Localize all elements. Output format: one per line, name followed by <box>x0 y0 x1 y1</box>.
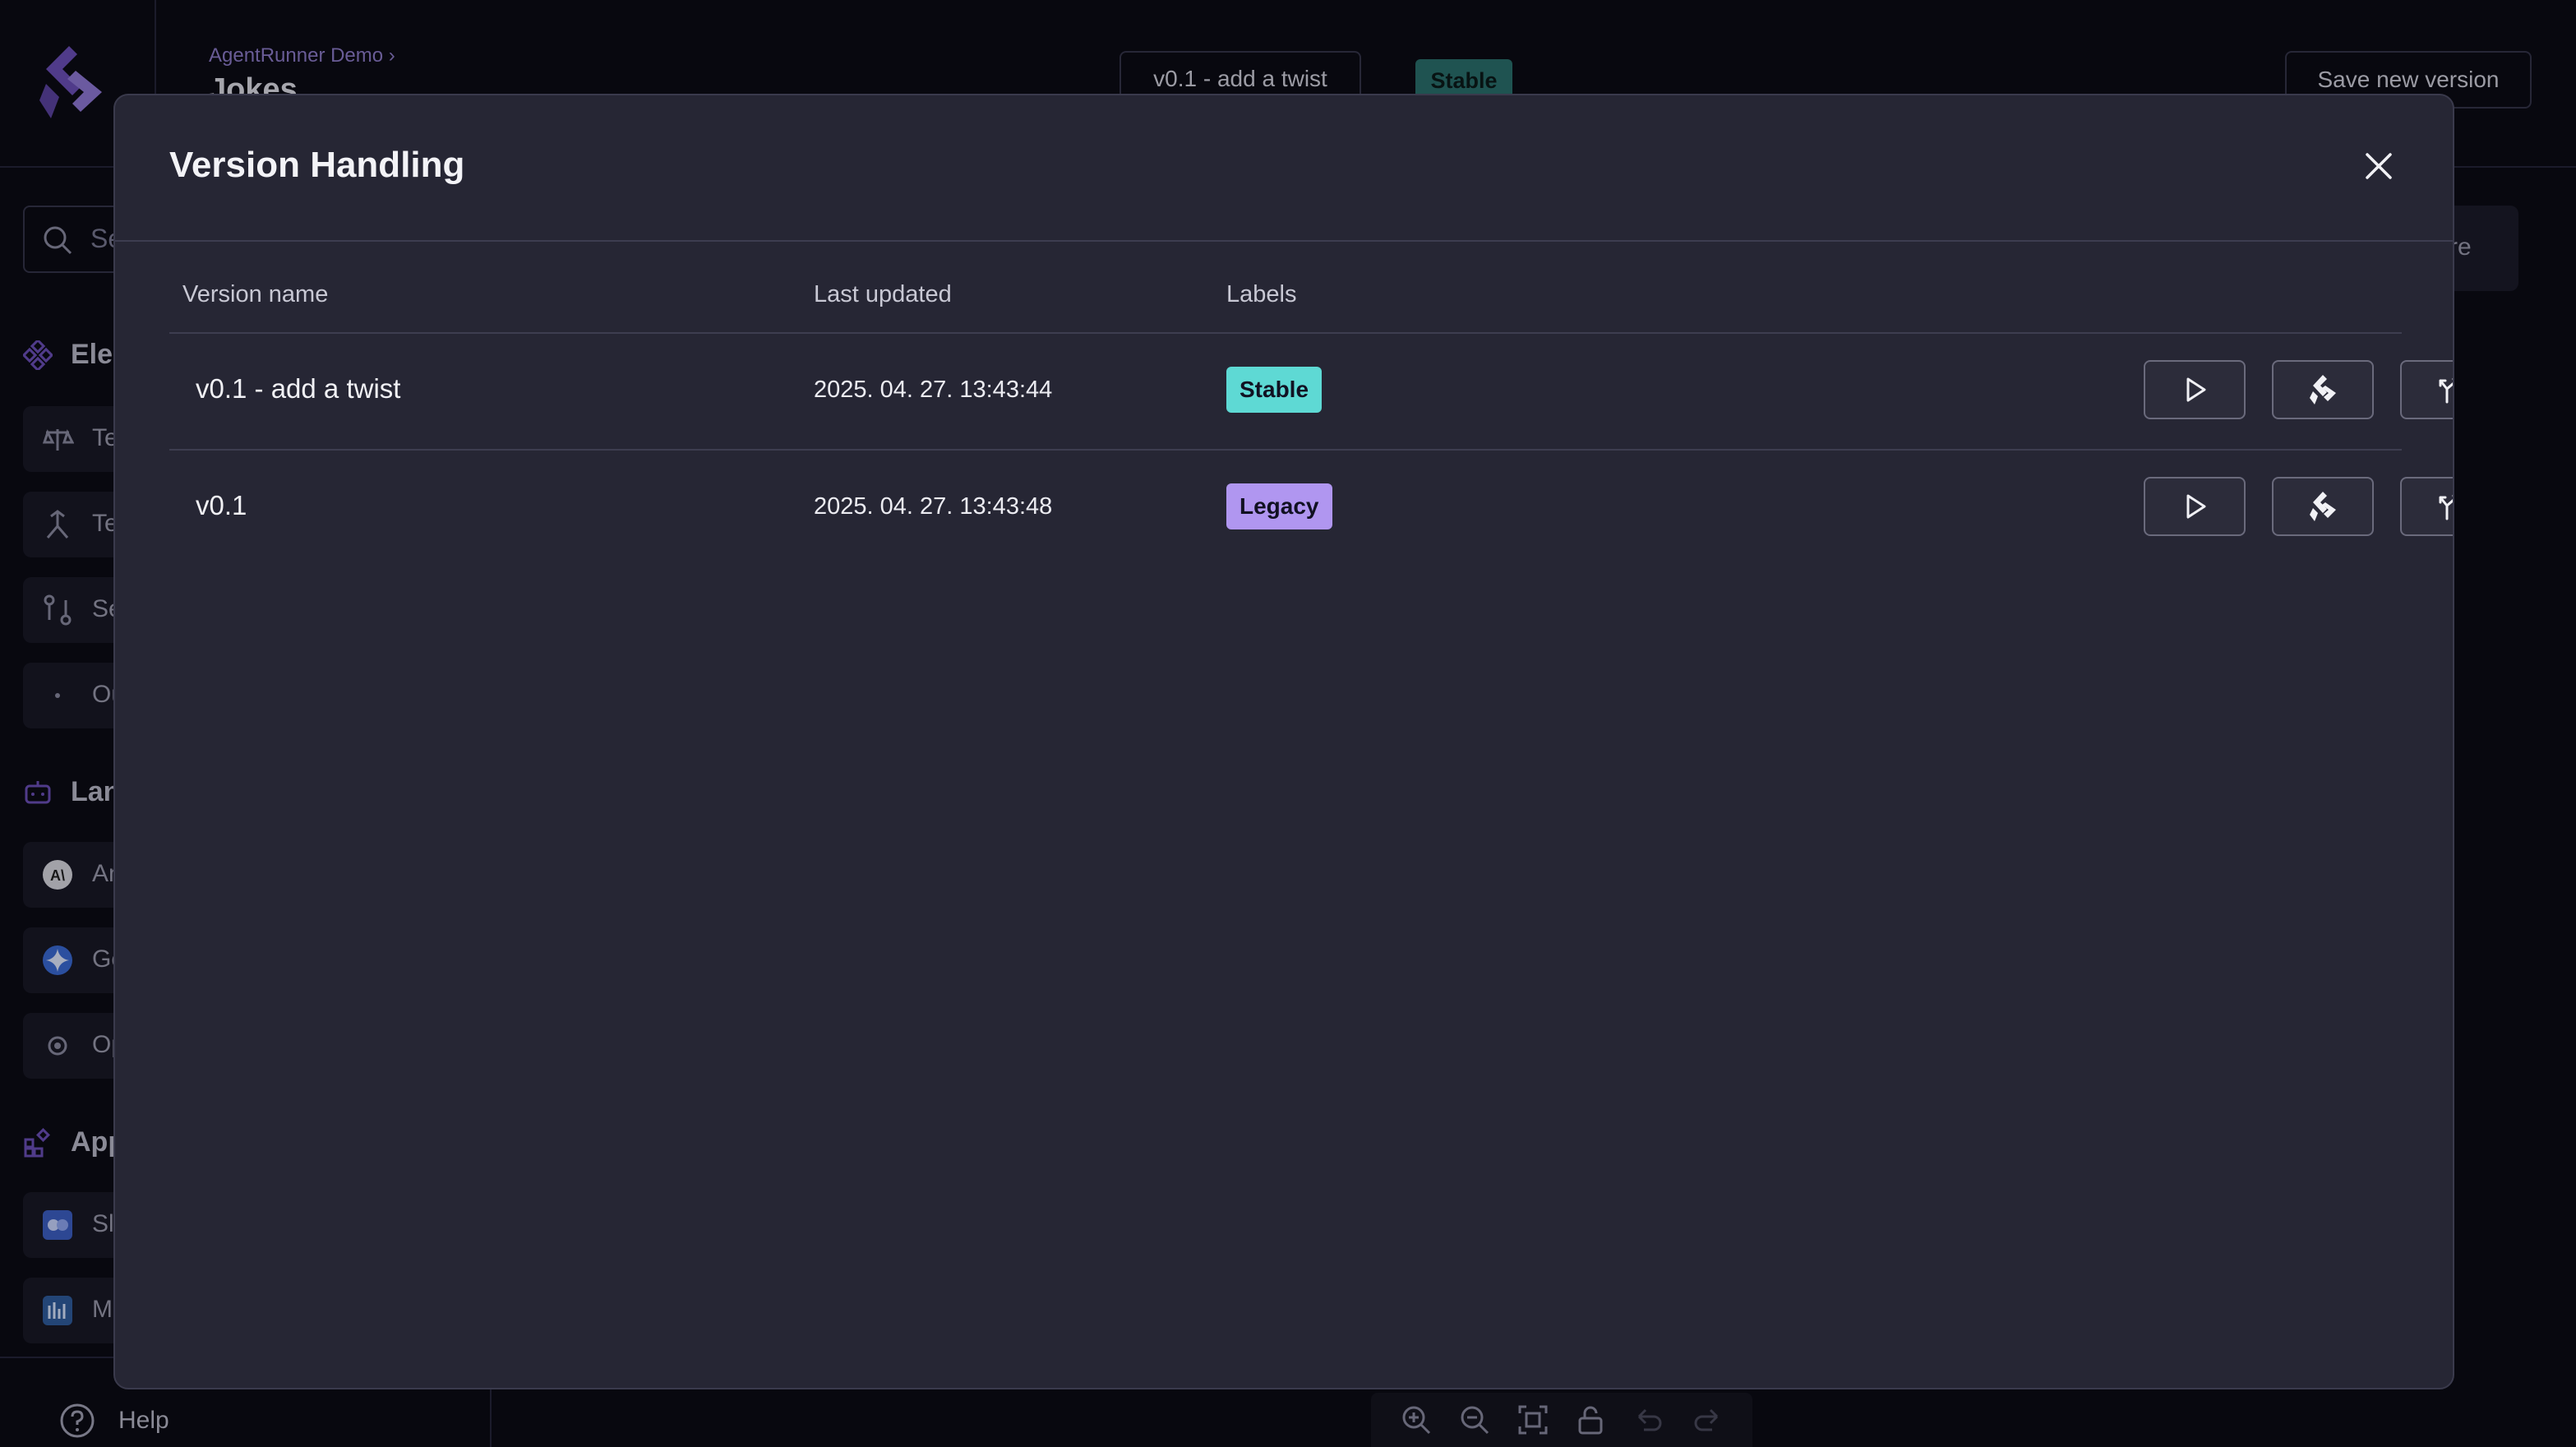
agent-logo-icon <box>2310 375 2336 405</box>
branch-version-button[interactable] <box>2400 360 2453 419</box>
last-updated: 2025. 04. 27. 13:43:48 <box>814 493 1053 520</box>
label-badge: Legacy <box>1226 483 1332 529</box>
play-icon <box>2186 494 2206 519</box>
version-name: v0.1 - add a twist <box>196 373 401 404</box>
versions-table: Version name Last updated Labels v0.1 - … <box>169 240 2453 566</box>
close-button[interactable] <box>2356 143 2402 189</box>
branch-icon <box>2439 494 2453 520</box>
column-header-labels: Labels <box>1226 281 1297 307</box>
last-updated: 2025. 04. 27. 13:43:44 <box>814 377 1053 403</box>
modal-header: Version Handling <box>115 95 2453 242</box>
set-label-button[interactable] <box>2272 360 2374 419</box>
run-version-button[interactable] <box>2144 360 2246 419</box>
close-icon <box>2366 153 2392 179</box>
label-badge: Stable <box>1226 367 1323 413</box>
version-name: v0.1 <box>196 490 247 520</box>
branch-icon <box>2439 377 2453 404</box>
table-row: v0.1 - add a twist 2025. 04. 27. 13:43:4… <box>169 334 2453 451</box>
branch-version-button[interactable] <box>2400 477 2453 536</box>
agent-logo-icon <box>2310 492 2336 521</box>
column-header-version-name: Version name <box>182 281 329 307</box>
version-handling-modal: Version Handling Version name Last updat… <box>113 94 2454 1389</box>
column-header-last-updated: Last updated <box>814 281 952 307</box>
set-label-button[interactable] <box>2272 477 2374 536</box>
modal-title: Version Handling <box>169 145 465 185</box>
run-version-button[interactable] <box>2144 477 2246 536</box>
table-row: v0.1 2025. 04. 27. 13:43:48 Legacy <box>169 451 2453 566</box>
play-icon <box>2186 377 2206 402</box>
table-header: Version name Last updated Labels <box>169 240 2402 334</box>
